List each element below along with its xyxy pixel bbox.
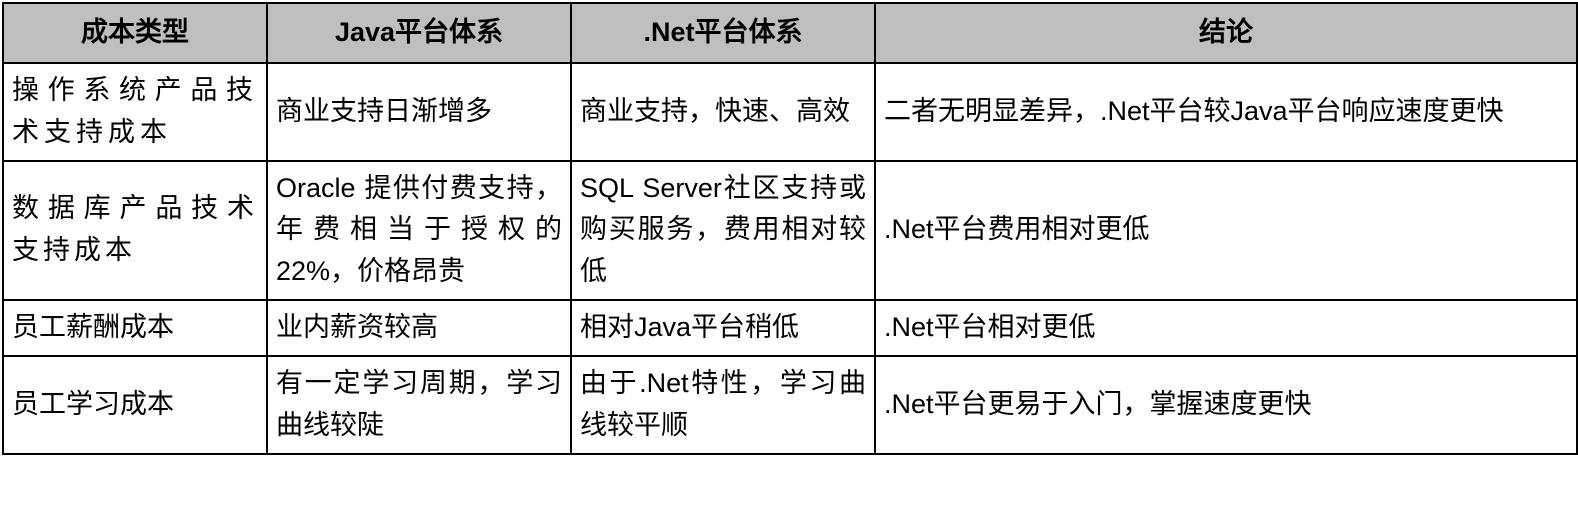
header-java: Java平台体系 [267,3,571,63]
cell-java: 有一定学习周期，学习曲线较陡 [267,356,571,454]
header-cost-type: 成本类型 [3,3,267,63]
comparison-table: 成本类型 Java平台体系 .Net平台体系 结论 操作系统产品技术支持成本 商… [2,2,1578,455]
cell-cost-type: 员工学习成本 [3,356,267,454]
cell-dotnet: 相对Java平台稍低 [571,300,875,356]
cell-conclusion: .Net平台费用相对更低 [875,161,1577,301]
cell-dotnet: SQL Server社区支持或购买服务，费用相对较低 [571,161,875,301]
cell-cost-type: 员工薪酬成本 [3,300,267,356]
table-row: 员工学习成本 有一定学习周期，学习曲线较陡 由于.Net特性，学习曲线较平顺 .… [3,356,1577,454]
cell-dotnet: 商业支持，快速、高效 [571,63,875,161]
cell-conclusion: 二者无明显差异，.Net平台较Java平台响应速度更快 [875,63,1577,161]
cell-dotnet: 由于.Net特性，学习曲线较平顺 [571,356,875,454]
cell-java: Oracle 提供付费支持，年费相当于授权的22%，价格昂贵 [267,161,571,301]
cell-conclusion: .Net平台更易于入门，掌握速度更快 [875,356,1577,454]
table-row: 操作系统产品技术支持成本 商业支持日渐增多 商业支持，快速、高效 二者无明显差异… [3,63,1577,161]
cell-cost-type: 数据库产品技术支持成本 [3,161,267,301]
table-row: 员工薪酬成本 业内薪资较高 相对Java平台稍低 .Net平台相对更低 [3,300,1577,356]
cell-java: 商业支持日渐增多 [267,63,571,161]
cell-java: 业内薪资较高 [267,300,571,356]
header-dotnet: .Net平台体系 [571,3,875,63]
table-header-row: 成本类型 Java平台体系 .Net平台体系 结论 [3,3,1577,63]
header-conclusion: 结论 [875,3,1577,63]
cell-cost-type: 操作系统产品技术支持成本 [3,63,267,161]
cell-conclusion: .Net平台相对更低 [875,300,1577,356]
table-row: 数据库产品技术支持成本 Oracle 提供付费支持，年费相当于授权的22%，价格… [3,161,1577,301]
